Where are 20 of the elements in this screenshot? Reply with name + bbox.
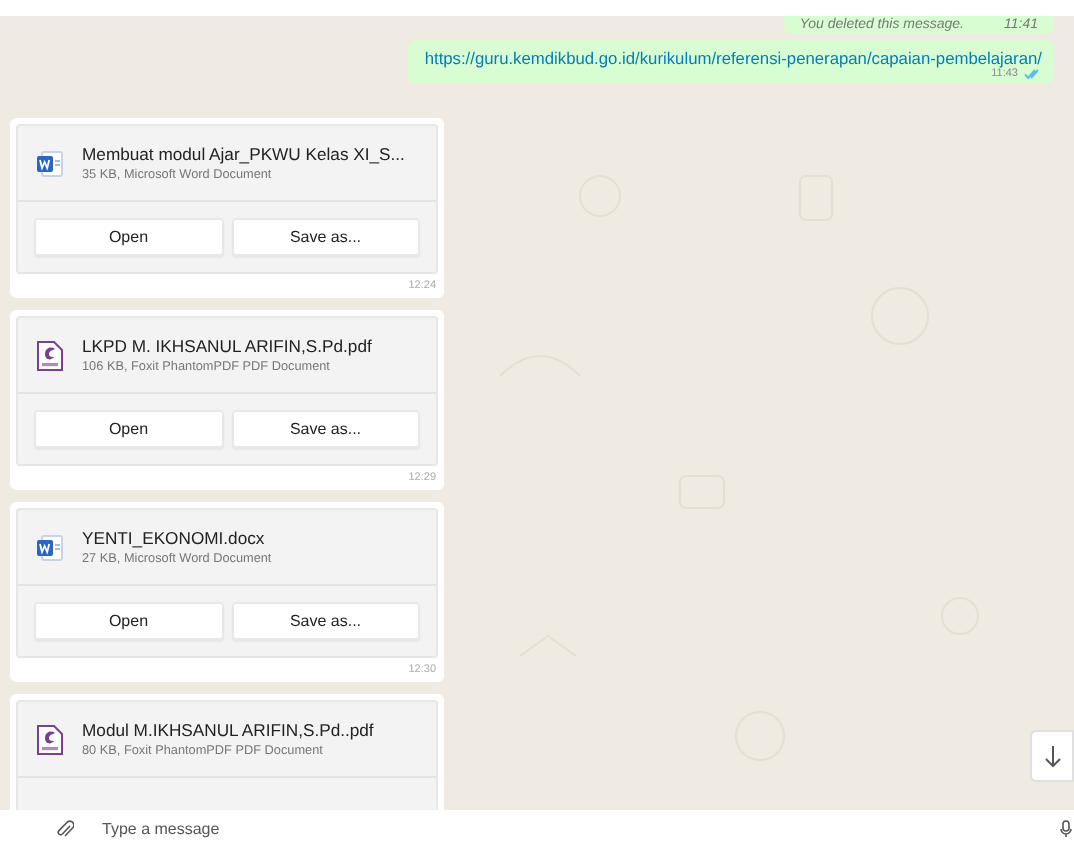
document-icon <box>36 149 64 177</box>
document-icon <box>36 533 64 561</box>
save-as-button[interactable]: Save as... <box>231 602 420 640</box>
open-button[interactable]: Open <box>34 218 223 256</box>
link[interactable]: https://guru.kemdikbud.go.id/kurikulum/referensi-penerapan/capaian-pembelajaran/ <box>424 48 1042 68</box>
arrow-down-icon <box>1043 745 1061 767</box>
message-input[interactable]: Type a message <box>102 820 502 838</box>
file-name: Modul M.IKHSANUL ARIFIN,S.Pd..pdf <box>82 720 374 740</box>
pdf-icon <box>36 723 64 755</box>
open-button[interactable]: Open <box>34 410 223 448</box>
scroll-down-button[interactable] <box>1030 730 1074 782</box>
save-as-button[interactable]: Save as... <box>231 410 420 448</box>
attach-icon[interactable] <box>56 819 74 839</box>
file-name: LKPD M. IKHSANUL ARIFIN,S.Pd.pdf <box>82 336 372 356</box>
open-button[interactable]: Open <box>34 602 223 640</box>
pdf-icon <box>36 339 64 371</box>
microphone-icon[interactable] <box>1060 820 1072 838</box>
save-as-button[interactable]: Save as... <box>231 218 420 256</box>
file-name: Membuat modul Ajar_PKWU Kelas XI_S... <box>82 144 405 164</box>
file-name: YENTI_EKONOMI.docx <box>82 528 267 548</box>
